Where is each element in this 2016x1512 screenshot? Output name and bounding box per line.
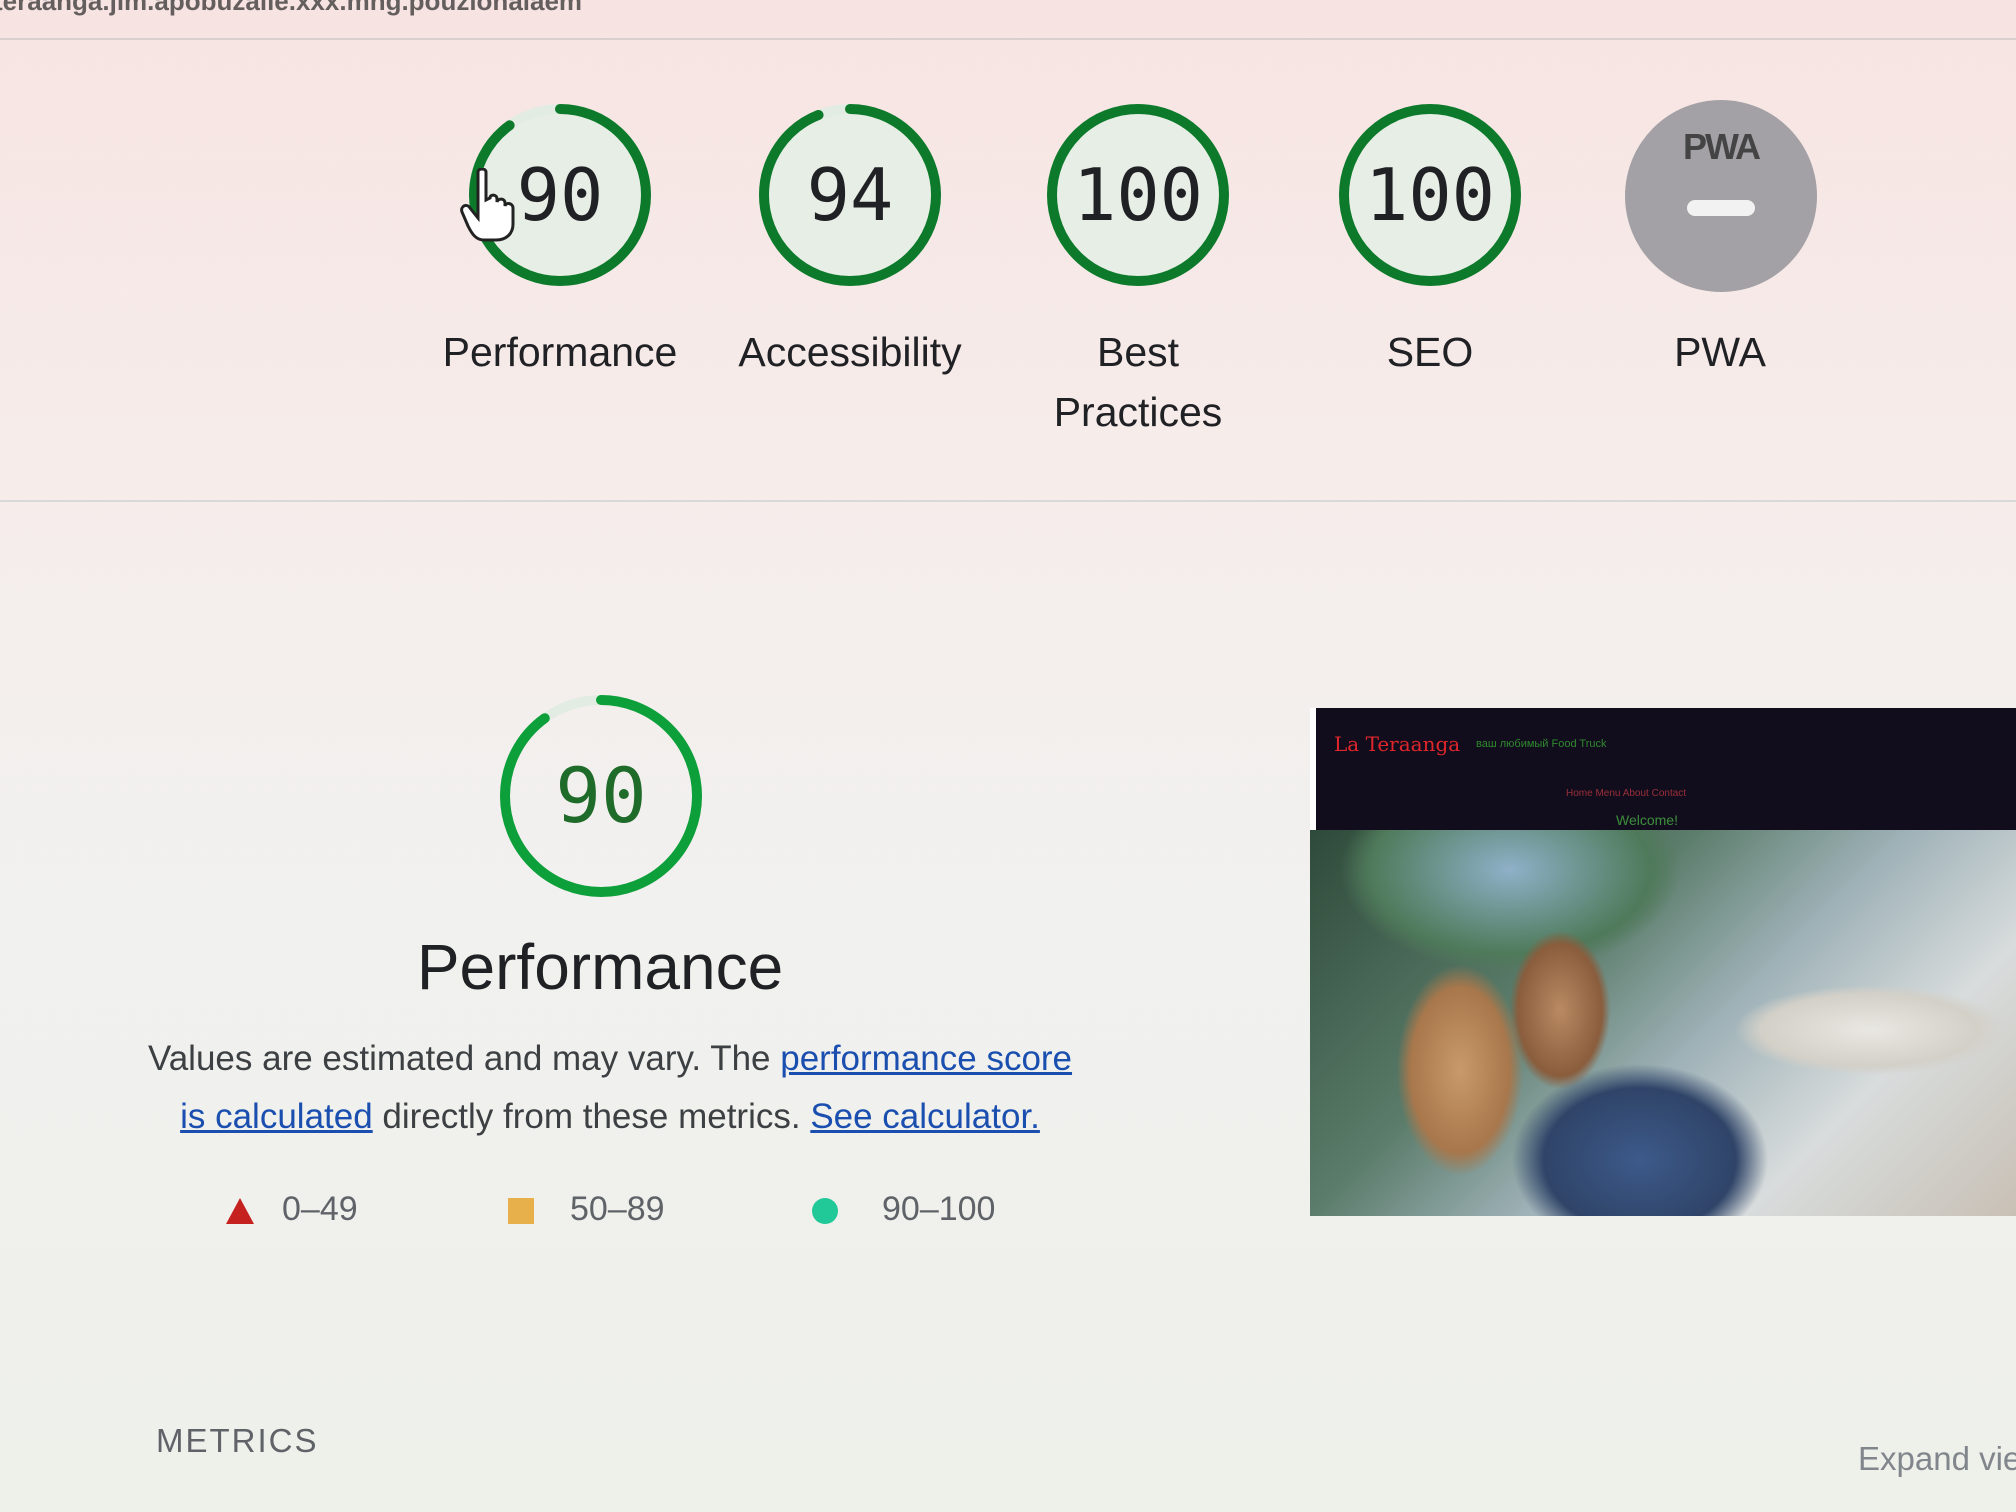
page-url: teraanga.jim.apobuzalle.xxx.mng.pouzlona… xyxy=(0,0,583,16)
gauge-best-practices-ring: 100 xyxy=(1043,100,1233,290)
screenshot-hero-photo xyxy=(1310,830,2016,1216)
screenshot-brand: La Teraanga xyxy=(1334,732,1461,756)
expand-view-toggle[interactable]: Expand view xyxy=(1858,1440,2016,1478)
screenshot-tagline: ваш любимый Food Truck xyxy=(1476,738,1607,750)
performance-title: Performance xyxy=(416,931,784,1003)
legend-pass: 90–100 xyxy=(812,1190,995,1229)
legend-average-label: 50–89 xyxy=(570,1190,665,1228)
pwa-badge: PWA xyxy=(1625,100,1817,292)
gauge-seo-label: SEO xyxy=(1386,329,1474,375)
legend-average: 50–89 xyxy=(508,1190,665,1229)
performance-description: Values are estimated and may vary. The p… xyxy=(140,1030,1080,1146)
pwa-badge-text: PWA xyxy=(1682,126,1761,167)
section-divider xyxy=(0,500,2016,502)
gauge-performance-label: Performance xyxy=(442,329,678,375)
description-text-2: directly from these metrics. xyxy=(372,1097,811,1136)
legend-pass-label: 90–100 xyxy=(882,1190,996,1228)
see-calculator-link[interactable]: See calculator. xyxy=(810,1097,1040,1136)
gauge-best-practices-label: Best Practices xyxy=(1053,329,1223,435)
gauge-pwa-label: PWA xyxy=(1674,329,1766,375)
triangle-icon xyxy=(226,1198,254,1225)
gauge-accessibility-label: Accessibility xyxy=(738,329,962,375)
hand-cursor-icon xyxy=(460,167,516,249)
final-screenshot[interactable]: La Teraanga ваш любимый Food Truck Home … xyxy=(1310,708,2016,1216)
circle-icon xyxy=(812,1198,838,1225)
gauge-best-practices-score: 100 xyxy=(1072,153,1204,237)
gauge-best-practices[interactable]: 100 Best Practices xyxy=(1043,100,1233,442)
metrics-heading: METRICS xyxy=(156,1422,319,1459)
url-bar: teraanga.jim.apobuzalle.xxx.mng.pouzlona… xyxy=(0,0,2016,40)
gauge-seo[interactable]: 100 SEO xyxy=(1335,100,1525,382)
gauge-pwa[interactable]: PWA PWA xyxy=(1625,100,1817,382)
pwa-dash-icon xyxy=(1687,200,1755,216)
gauge-accessibility-score: 94 xyxy=(806,153,894,237)
performance-score: 90 xyxy=(555,751,647,840)
screenshot-nav: Home Menu About Contact xyxy=(1566,788,1687,799)
performance-gauge: 90 xyxy=(495,690,707,902)
screenshot-header: La Teraanga ваш любимый Food Truck Home … xyxy=(1316,708,2016,830)
gauge-seo-ring: 100 xyxy=(1335,100,1525,290)
gauge-accessibility[interactable]: 94 Accessibility xyxy=(738,100,962,382)
legend-fail: 0–49 xyxy=(226,1190,358,1229)
gauge-accessibility-ring: 94 xyxy=(755,100,945,290)
square-icon xyxy=(508,1198,534,1225)
screenshot-welcome: Welcome! xyxy=(1616,812,1678,828)
description-text-1: Values are estimated and may vary. The xyxy=(147,1039,781,1078)
gauge-seo-score: 100 xyxy=(1364,153,1496,237)
legend-fail-label: 0–49 xyxy=(282,1190,358,1228)
